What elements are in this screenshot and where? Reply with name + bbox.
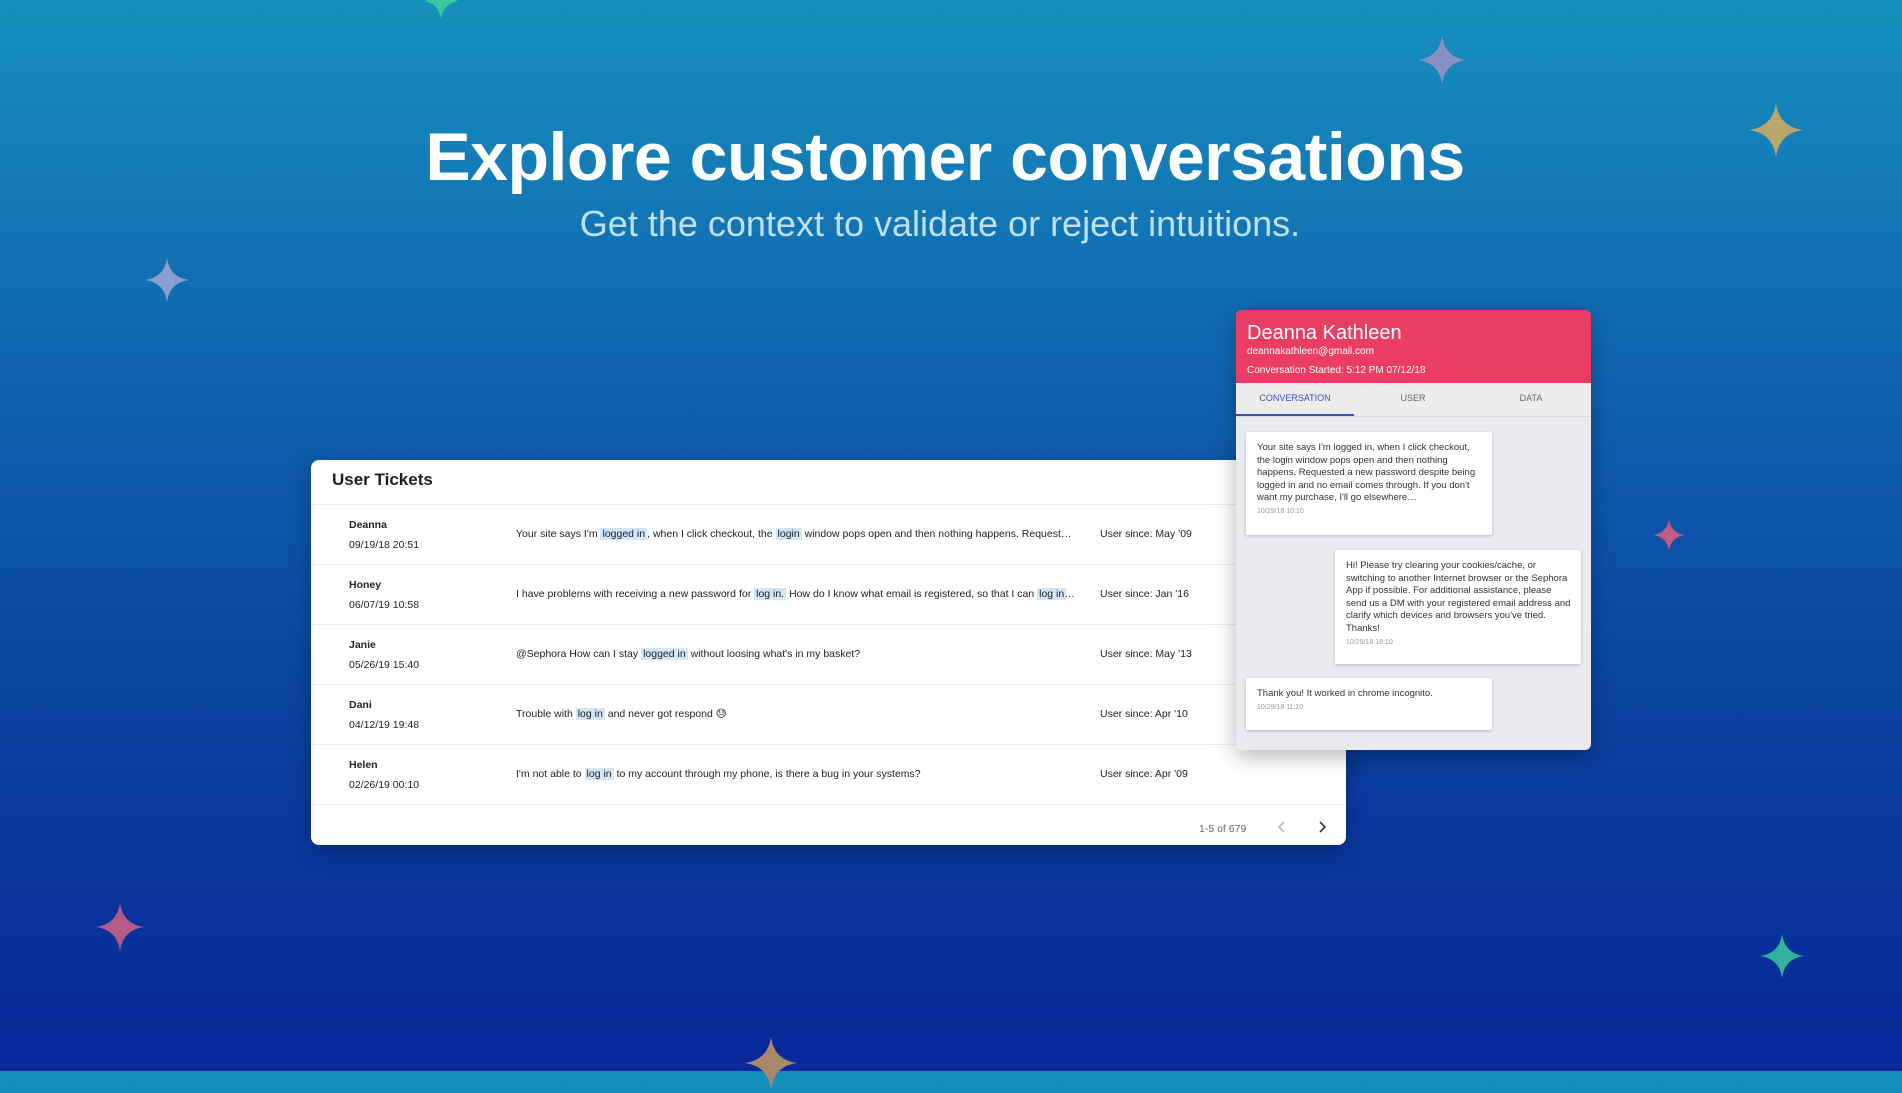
ticket-user-name: Janie — [349, 639, 376, 651]
conversation-panel: Deanna Kathleen deannakathleen@gmail.com… — [1236, 310, 1591, 750]
highlight: logged in — [641, 648, 688, 660]
tickets-title: User Tickets — [332, 470, 433, 489]
table-row[interactable]: Deanna 09/19/18 20:51 Your site says I'm… — [311, 504, 1346, 564]
ticket-message: Your site says I'm logged in, when I cli… — [516, 528, 1076, 540]
table-row[interactable]: Honey 06/07/19 10:58 I have problems wit… — [311, 564, 1346, 624]
highlight: login — [775, 528, 802, 540]
conversation-tabs: CONVERSATION USER DATA — [1236, 383, 1591, 417]
sparkle-icon — [1653, 519, 1685, 551]
sparkle-icon — [1418, 36, 1466, 84]
tab-conversation[interactable]: CONVERSATION — [1236, 383, 1354, 416]
ticket-message: Trouble with log in and never got respon… — [516, 708, 727, 720]
chevron-left-icon — [1277, 821, 1285, 833]
message-text: Your site says I'm logged in, when I cli… — [1257, 442, 1476, 504]
ticket-user-since: User since: Jan '16 — [1100, 588, 1189, 600]
message-bubble-customer: Your site says I'm logged in, when I cli… — [1246, 432, 1492, 535]
conversation-started: Conversation Started: 5:12 PM 07/12/18 — [1247, 365, 1426, 376]
ticket-user-since: User since: Apr '10 — [1100, 708, 1188, 720]
customer-name: Deanna Kathleen — [1247, 322, 1402, 344]
ticket-user-name: Helen — [349, 759, 378, 771]
sparkle-icon — [1760, 934, 1804, 978]
sparkle-icon — [145, 258, 189, 302]
ticket-date: 05/26/19 15:40 — [349, 659, 420, 671]
message-time: 10/29/18 10:10 — [1257, 507, 1304, 515]
highlight: log in — [575, 708, 605, 720]
tab-user[interactable]: USER — [1354, 383, 1472, 416]
ticket-user-name: Dani — [349, 699, 372, 711]
table-row[interactable]: Janie 05/26/19 15:40 @Sephora How can I … — [311, 624, 1346, 684]
customer-email: deannakathleen@gmail.com — [1247, 346, 1374, 357]
message-text: Thank you! It worked in chrome incognito… — [1257, 688, 1433, 699]
table-row[interactable]: Dani 04/12/19 19:48 Trouble with log in … — [311, 684, 1346, 744]
tab-data[interactable]: DATA — [1472, 383, 1590, 416]
conversation-header: Deanna Kathleen deannakathleen@gmail.com… — [1236, 310, 1591, 383]
message-time: 10/29/18 18:10 — [1346, 638, 1393, 646]
highlight: log in — [584, 768, 614, 780]
message-text: Hi! Please try clearing your cookies/cac… — [1346, 560, 1571, 634]
sparkle-icon — [745, 1037, 797, 1089]
sparkle-icon — [96, 903, 144, 951]
ticket-message: @Sephora How can I stay logged in withou… — [516, 648, 861, 660]
ticket-date: 09/19/18 20:51 — [349, 539, 420, 551]
highlight: logged in — [600, 528, 648, 540]
message-bubble-agent: Hi! Please try clearing your cookies/cac… — [1335, 550, 1581, 664]
highlight: log in — [1037, 588, 1067, 600]
table-row[interactable]: Helen 02/26/19 00:10 I'm not able to log… — [311, 744, 1346, 805]
message-bubble-customer: Thank you! It worked in chrome incognito… — [1246, 678, 1492, 730]
message-time: 10/29/18 11:10 — [1257, 703, 1304, 711]
ticket-date: 02/26/19 00:10 — [349, 779, 420, 791]
ticket-user-name: Honey — [349, 579, 382, 591]
ticket-user-since: User since: May '09 — [1100, 528, 1192, 540]
ticket-date: 06/07/19 10:58 — [349, 599, 420, 611]
sparkle-icon — [423, 0, 459, 19]
hero-subtitle: Get the context to validate or reject in… — [579, 203, 1301, 244]
hero-title: Explore customer conversations — [425, 119, 1465, 195]
ticket-date: 04/12/19 19:48 — [349, 719, 420, 731]
ticket-user-since: User since: May '13 — [1100, 648, 1192, 660]
ticket-user-since: User since: Apr '09 — [1100, 768, 1188, 780]
ticket-message: I have problems with receiving a new pas… — [516, 588, 1076, 600]
pagination-next-button[interactable] — [1312, 817, 1332, 837]
user-tickets-card: User Tickets Deanna 09/19/18 20:51 Your … — [311, 460, 1346, 845]
highlight: log in. — [754, 588, 787, 600]
pagination-prev-button[interactable] — [1272, 817, 1292, 837]
ticket-user-name: Deanna — [349, 519, 387, 531]
pagination-info: 1-5 of 679 — [1199, 823, 1247, 835]
ticket-message: I'm not able to log in to my account thr… — [516, 768, 921, 780]
chevron-right-icon — [1319, 821, 1327, 833]
